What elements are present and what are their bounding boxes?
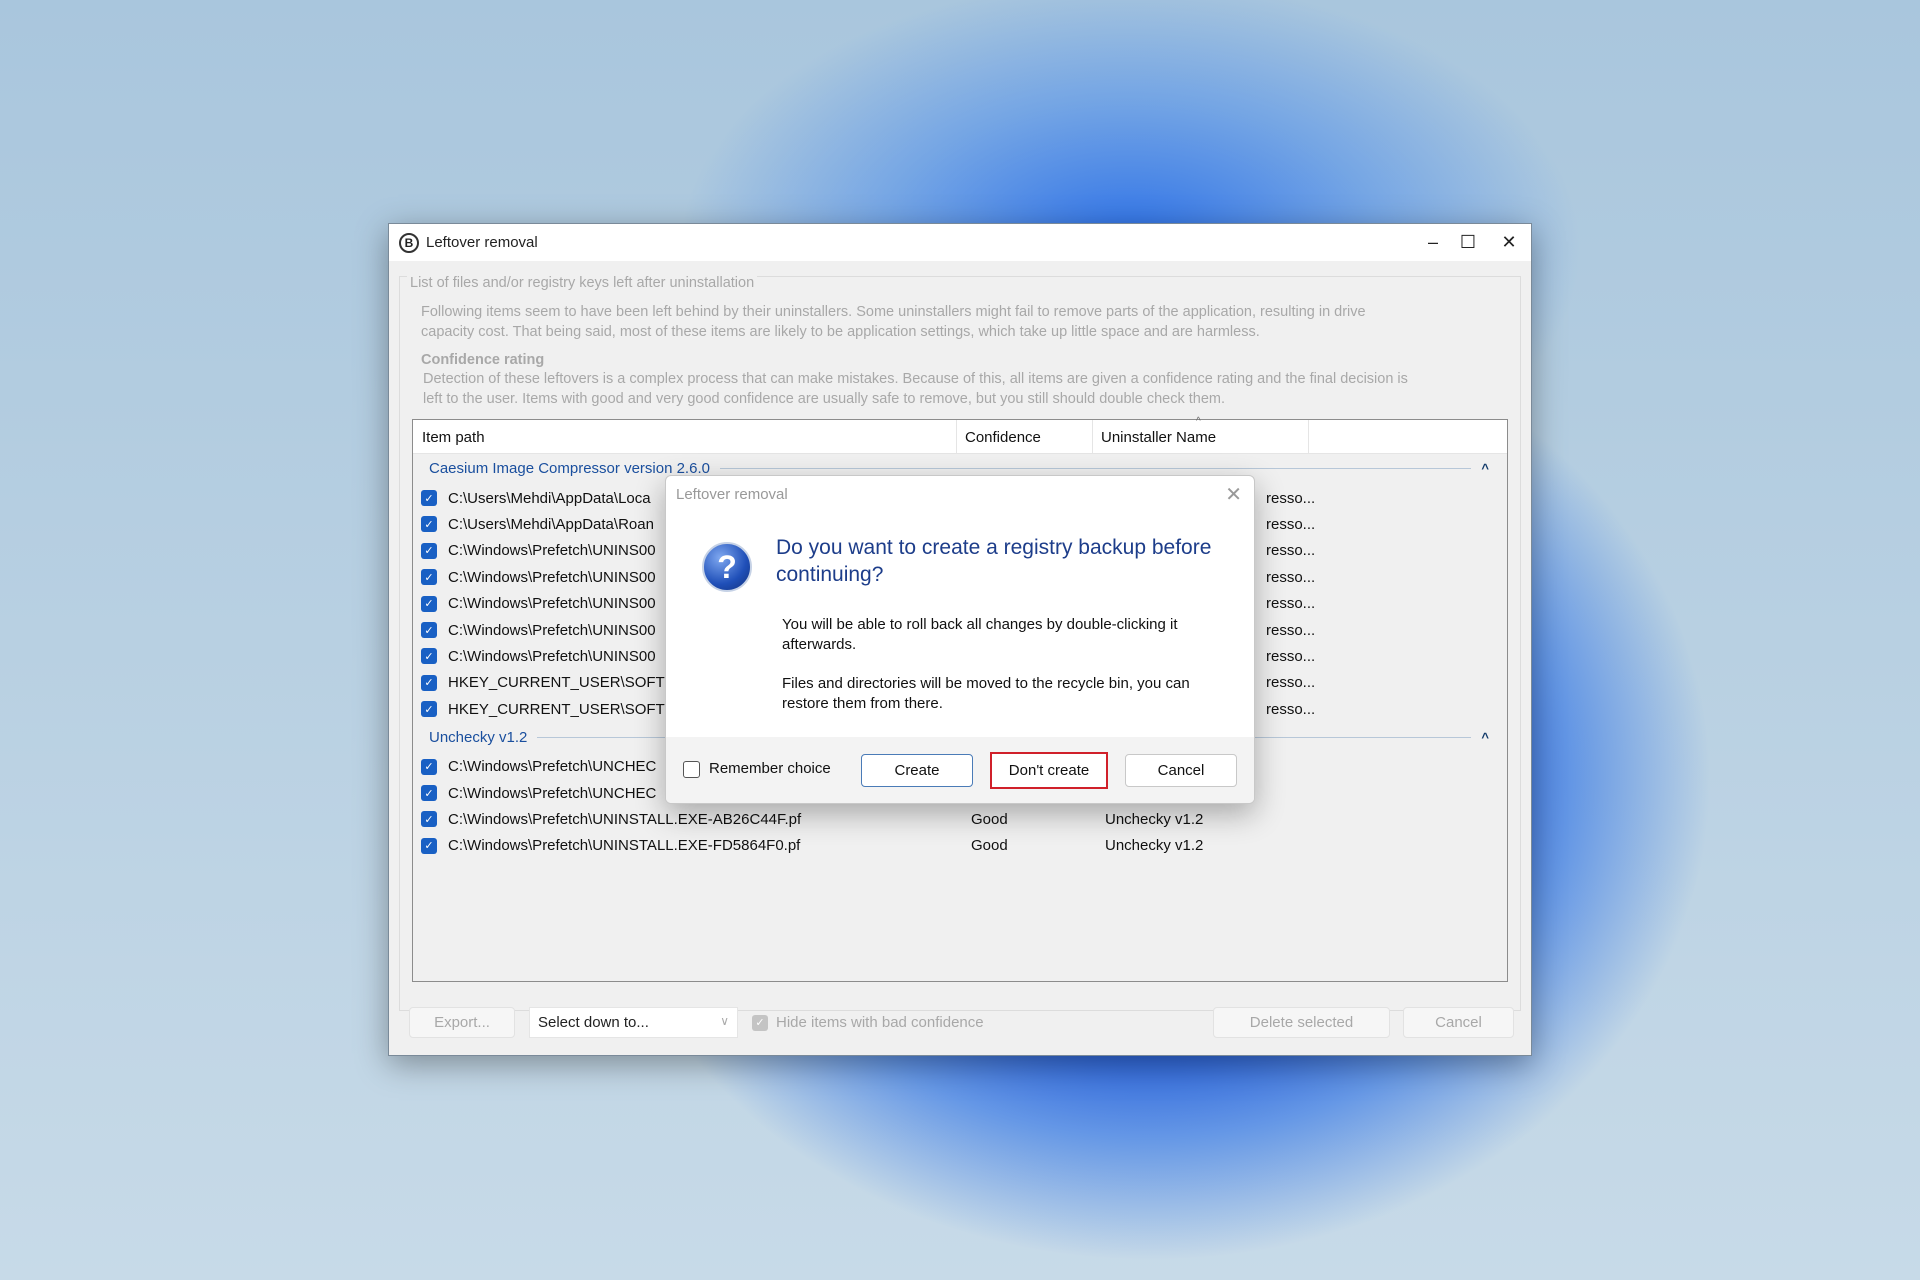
confidence-text-1: Detection of these leftovers is a comple… — [423, 371, 1408, 387]
item-uninstaller: resso... — [1266, 595, 1316, 613]
item-uninstaller: resso... — [1266, 568, 1316, 586]
collapse-chevron-icon[interactable]: ^ — [1481, 730, 1489, 745]
item-uninstaller: resso... — [1266, 621, 1316, 639]
export-button[interactable]: Export... — [409, 1007, 515, 1038]
item-checkbox[interactable]: ✓ — [421, 490, 437, 506]
item-checkbox[interactable]: ✓ — [421, 785, 437, 801]
item-path: C:\Windows\Prefetch\UNINS00 — [448, 621, 656, 639]
body1-line-1: You will be able to roll back all change… — [782, 616, 1178, 633]
body1-line-2: afterwards. — [782, 636, 857, 653]
item-uninstaller: Unchecky v1.2 — [1105, 810, 1204, 828]
item-checkbox[interactable]: ✓ — [421, 811, 437, 828]
group-name: Unchecky v1.2 — [429, 728, 528, 746]
list-item[interactable]: ✓ C:\Windows\Prefetch\UNINSTALL.EXE-AB26C… — [421, 806, 1491, 832]
window-title: Leftover removal — [426, 234, 538, 251]
confidence-text-2: left to the user. Items with good and ve… — [423, 391, 1225, 407]
item-path: C:\Windows\Prefetch\UNINS00 — [448, 568, 656, 586]
item-checkbox[interactable]: ✓ — [421, 701, 437, 718]
item-uninstaller: resso... — [1266, 542, 1316, 560]
confidence-heading: Confidence rating — [421, 352, 545, 368]
item-uninstaller: Unchecky v1.2 — [1105, 837, 1204, 855]
close-button[interactable]: ✕ — [1485, 224, 1533, 261]
item-path: C:\Users\Mehdi\AppData\Roan — [448, 515, 654, 533]
item-checkbox[interactable]: ✓ — [421, 569, 437, 586]
dialog-cancel-button[interactable]: Cancel — [1125, 754, 1237, 787]
item-uninstaller: resso... — [1266, 674, 1316, 692]
item-checkbox[interactable]: ✓ — [421, 648, 437, 665]
delete-selected-button[interactable]: Delete selected — [1213, 1007, 1390, 1038]
list-header: Item path Confidence Uninstaller Name ^ — [413, 416, 1507, 454]
remember-choice-checkbox[interactable] — [683, 761, 700, 778]
item-checkbox[interactable]: ✓ — [421, 674, 437, 691]
description-line-2: capacity cost. That being said, most of … — [421, 324, 1260, 340]
item-confidence: Good — [971, 810, 1008, 828]
hide-bad-confidence-checkbox[interactable]: ✓ — [752, 1015, 768, 1031]
body2-line-2: restore them from there. — [782, 695, 943, 712]
item-path: C:\Windows\Prefetch\UNINSTALL.EXE-AB26C4… — [448, 810, 802, 828]
item-checkbox[interactable]: ✓ — [421, 622, 437, 638]
sort-ascending-icon: ^ — [1196, 416, 1201, 427]
cancel-button[interactable]: Cancel — [1403, 1007, 1514, 1038]
dialog-body-1: You will be able to roll back all change… — [782, 615, 1178, 655]
item-uninstaller: resso... — [1266, 700, 1316, 718]
item-path: HKEY_CURRENT_USER\SOFTWA — [448, 674, 689, 692]
select-down-to-value: Select down to... — [538, 1014, 649, 1031]
hide-bad-confidence-label: Hide items with bad confidence — [776, 1014, 984, 1031]
remember-choice-label: Remember choice — [709, 760, 831, 777]
item-checkbox[interactable]: ✓ — [421, 595, 437, 612]
item-path: HKEY_CURRENT_USER\SOFTWA — [448, 700, 689, 718]
body2-line-1: Files and directories will be moved to t… — [782, 675, 1190, 692]
column-header-confidence[interactable]: Confidence — [956, 429, 1041, 446]
question-line-1: Do you want to create a registry backup … — [776, 536, 1212, 559]
question-line-2: continuing? — [776, 563, 884, 586]
column-header-item-path[interactable]: Item path — [422, 429, 485, 446]
list-item[interactable]: ✓ C:\Windows\Prefetch\UNINSTALL.EXE-FD586… — [421, 833, 1491, 859]
backup-dialog: Leftover removal ✕ ? Do you want to crea… — [665, 475, 1255, 804]
collapse-chevron-icon[interactable]: ^ — [1481, 461, 1489, 476]
group-box-label: List of files and/or registry keys left … — [407, 273, 758, 293]
title-bar: B Leftover removal – ☐ ✕ — [389, 224, 1531, 261]
item-uninstaller: resso... — [1266, 647, 1316, 665]
item-path: C:\Users\Mehdi\AppData\Loca — [448, 489, 651, 507]
item-confidence: Good — [971, 837, 1008, 855]
item-uninstaller: resso... — [1266, 515, 1316, 533]
create-button[interactable]: Create — [861, 754, 973, 787]
item-checkbox[interactable]: ✓ — [421, 837, 437, 854]
chevron-down-icon: ∨ — [720, 1014, 729, 1028]
item-path: C:\Windows\Prefetch\UNINSTALL.EXE-FD5864… — [448, 837, 801, 855]
select-down-to-dropdown[interactable]: Select down to... ∨ — [529, 1007, 738, 1038]
item-checkbox[interactable]: ✓ — [421, 542, 437, 559]
description-line-1: Following items seem to have been left b… — [421, 304, 1366, 320]
item-path: C:\Windows\Prefetch\UNCHEC — [448, 784, 657, 802]
item-path: C:\Windows\Prefetch\UNINS00 — [448, 647, 656, 665]
dialog-question: Do you want to create a registry backup … — [776, 534, 1211, 588]
question-icon: ? — [702, 542, 752, 592]
app-logo-icon: B — [399, 232, 419, 253]
dont-create-button[interactable]: Don't create — [990, 752, 1108, 789]
column-header-uninstaller-name[interactable]: Uninstaller Name — [1101, 429, 1216, 446]
item-checkbox[interactable]: ✓ — [421, 758, 437, 775]
item-uninstaller: resso... — [1266, 489, 1316, 507]
item-path: C:\Windows\Prefetch\UNCHEC — [448, 758, 657, 776]
dialog-close-button[interactable]: ✕ — [1225, 482, 1242, 507]
dialog-body-2: Files and directories will be moved to t… — [782, 674, 1190, 714]
item-path: C:\Windows\Prefetch\UNINS00 — [448, 542, 656, 560]
item-checkbox[interactable]: ✓ — [421, 516, 437, 533]
dialog-title: Leftover removal — [676, 486, 788, 503]
item-path: C:\Windows\Prefetch\UNINS00 — [448, 595, 656, 613]
